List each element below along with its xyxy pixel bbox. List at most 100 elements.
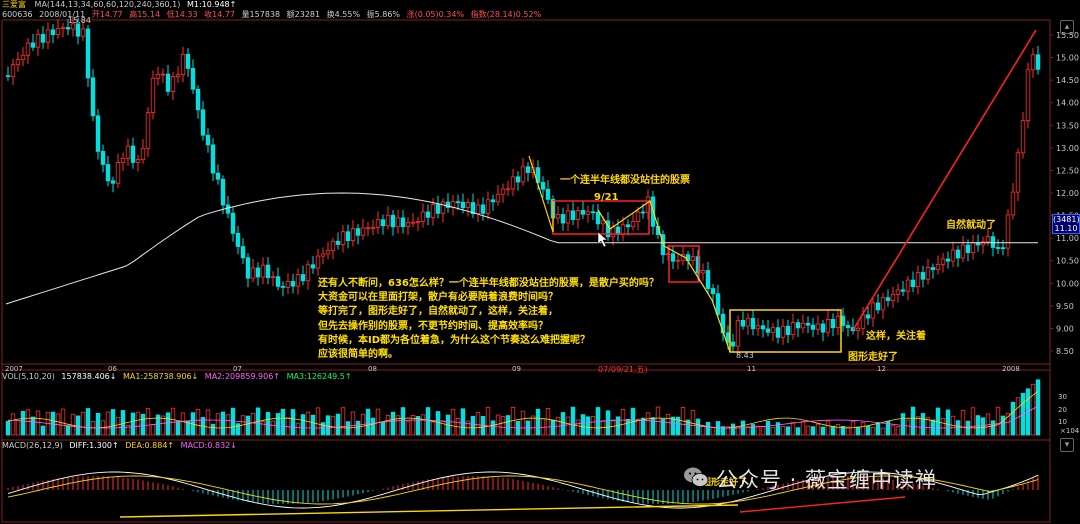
candle-body bbox=[580, 210, 586, 215]
volume-bar bbox=[590, 415, 596, 436]
candle-body bbox=[270, 276, 276, 279]
candle-body bbox=[990, 236, 996, 248]
candle-body bbox=[760, 325, 766, 330]
candle-body bbox=[505, 188, 511, 191]
candle-body bbox=[10, 64, 16, 77]
candle-body bbox=[945, 258, 951, 262]
volume-tick-label: 20 bbox=[1058, 406, 1067, 414]
candle-body bbox=[260, 264, 266, 278]
volume-bar bbox=[750, 424, 756, 436]
volume-tick-label: 30 bbox=[1058, 393, 1067, 401]
candle-body bbox=[525, 166, 531, 173]
candle-body bbox=[320, 253, 326, 257]
volume-bar bbox=[895, 426, 901, 436]
volume-bar bbox=[545, 408, 551, 436]
macd-panel-label: MACD(26,12,9) DIFF:1.300↑ DEA:0.884↑ MAC… bbox=[2, 441, 237, 450]
volume-bar bbox=[970, 407, 976, 436]
candle-body bbox=[675, 259, 681, 262]
candle-body bbox=[205, 134, 211, 146]
volume-bar bbox=[220, 411, 226, 436]
shape-ok-note: 图形走好了 bbox=[848, 352, 898, 363]
volume-bar bbox=[530, 415, 536, 436]
x-tick-label: 08 bbox=[368, 365, 377, 373]
candle-body bbox=[235, 232, 241, 247]
candle-body bbox=[540, 182, 546, 190]
candle-body bbox=[875, 302, 881, 311]
candle-body bbox=[810, 324, 816, 330]
y-tick-label: 11.00 bbox=[1056, 234, 1079, 243]
stock-code: 600636 bbox=[2, 10, 33, 19]
volume-bar bbox=[875, 422, 881, 436]
candle-body bbox=[780, 325, 786, 338]
volume-bar bbox=[80, 411, 86, 436]
cursor-date: 07/09/21,五) bbox=[598, 365, 648, 374]
candle-body bbox=[295, 274, 301, 287]
candle-body bbox=[245, 257, 251, 279]
volume-bar bbox=[75, 415, 81, 436]
volume-bar bbox=[855, 426, 861, 436]
candle-body bbox=[800, 322, 806, 329]
vol-ma3: MA3:126249.5↑ bbox=[286, 372, 352, 381]
zoom-in-button[interactable]: ▴ bbox=[1060, 20, 1074, 34]
vol-ma2: MA2:209859.906↑ bbox=[204, 372, 281, 381]
volume-bar bbox=[610, 419, 616, 436]
candle-body bbox=[640, 211, 646, 214]
volume-bar bbox=[1000, 415, 1006, 436]
volume-bar bbox=[335, 413, 341, 436]
candle-body bbox=[65, 27, 71, 30]
candle-body bbox=[1000, 247, 1006, 250]
volume-bar bbox=[660, 418, 666, 436]
change-value: 涨(0.05)0.34% bbox=[406, 10, 465, 19]
volume-bar bbox=[405, 421, 411, 436]
candle-body bbox=[255, 267, 261, 278]
index-change-value: 指数(28.14)0.52% bbox=[470, 10, 542, 19]
candle-body bbox=[750, 317, 756, 330]
candle-body bbox=[670, 253, 676, 262]
volume-bar bbox=[130, 412, 136, 436]
volume-bar bbox=[355, 420, 361, 436]
candle-body bbox=[50, 29, 56, 36]
volume-bar bbox=[905, 419, 911, 436]
volume-bar bbox=[625, 418, 631, 436]
volume-bar bbox=[35, 410, 41, 436]
volume-bar bbox=[400, 407, 406, 436]
candle-body bbox=[420, 211, 426, 222]
volume-bar bbox=[575, 419, 581, 436]
wechat-icon bbox=[684, 467, 709, 487]
volume-bar bbox=[420, 414, 426, 436]
candle-body bbox=[705, 270, 711, 289]
candle-body bbox=[510, 176, 516, 190]
volume-bar bbox=[560, 412, 566, 436]
volume-bar bbox=[995, 406, 1001, 436]
candle-body bbox=[45, 29, 51, 43]
candle-body bbox=[220, 178, 226, 206]
volume-bar bbox=[95, 413, 101, 436]
candle-body bbox=[390, 214, 396, 228]
volume-bar bbox=[325, 415, 331, 436]
macd-diff: DIFF:1.300↑ bbox=[69, 441, 119, 450]
candle-body bbox=[275, 276, 281, 287]
candle-body bbox=[905, 279, 911, 292]
volume-bar bbox=[785, 426, 791, 436]
candle-body bbox=[460, 201, 466, 208]
low-value: 低14.33 bbox=[166, 10, 198, 19]
paragraph-line: 还有人不断问，636怎么样？一个连半年线都没站住的股票，是散户买的吗？ bbox=[318, 278, 659, 289]
candle-body bbox=[485, 199, 491, 214]
volume-bar bbox=[835, 423, 841, 436]
candle-body bbox=[845, 325, 851, 328]
candle-body bbox=[890, 293, 896, 301]
volume-bar bbox=[180, 412, 186, 436]
candle-body bbox=[765, 328, 771, 333]
settings-button[interactable]: ▾ bbox=[1060, 438, 1074, 452]
x-tick-label: 12 bbox=[877, 365, 886, 373]
candle-body bbox=[520, 166, 526, 183]
candle-body bbox=[600, 220, 606, 225]
vol-value: 157838.406↓ bbox=[61, 372, 117, 381]
volume-bar bbox=[250, 413, 256, 436]
volume-bar bbox=[825, 420, 831, 436]
volume-bar bbox=[110, 409, 116, 436]
candle-body bbox=[455, 201, 461, 204]
vol-label: VOL(5,10,20) bbox=[2, 372, 55, 381]
candle-body bbox=[745, 317, 751, 327]
y-tick-label: 8.50 bbox=[1056, 347, 1074, 356]
